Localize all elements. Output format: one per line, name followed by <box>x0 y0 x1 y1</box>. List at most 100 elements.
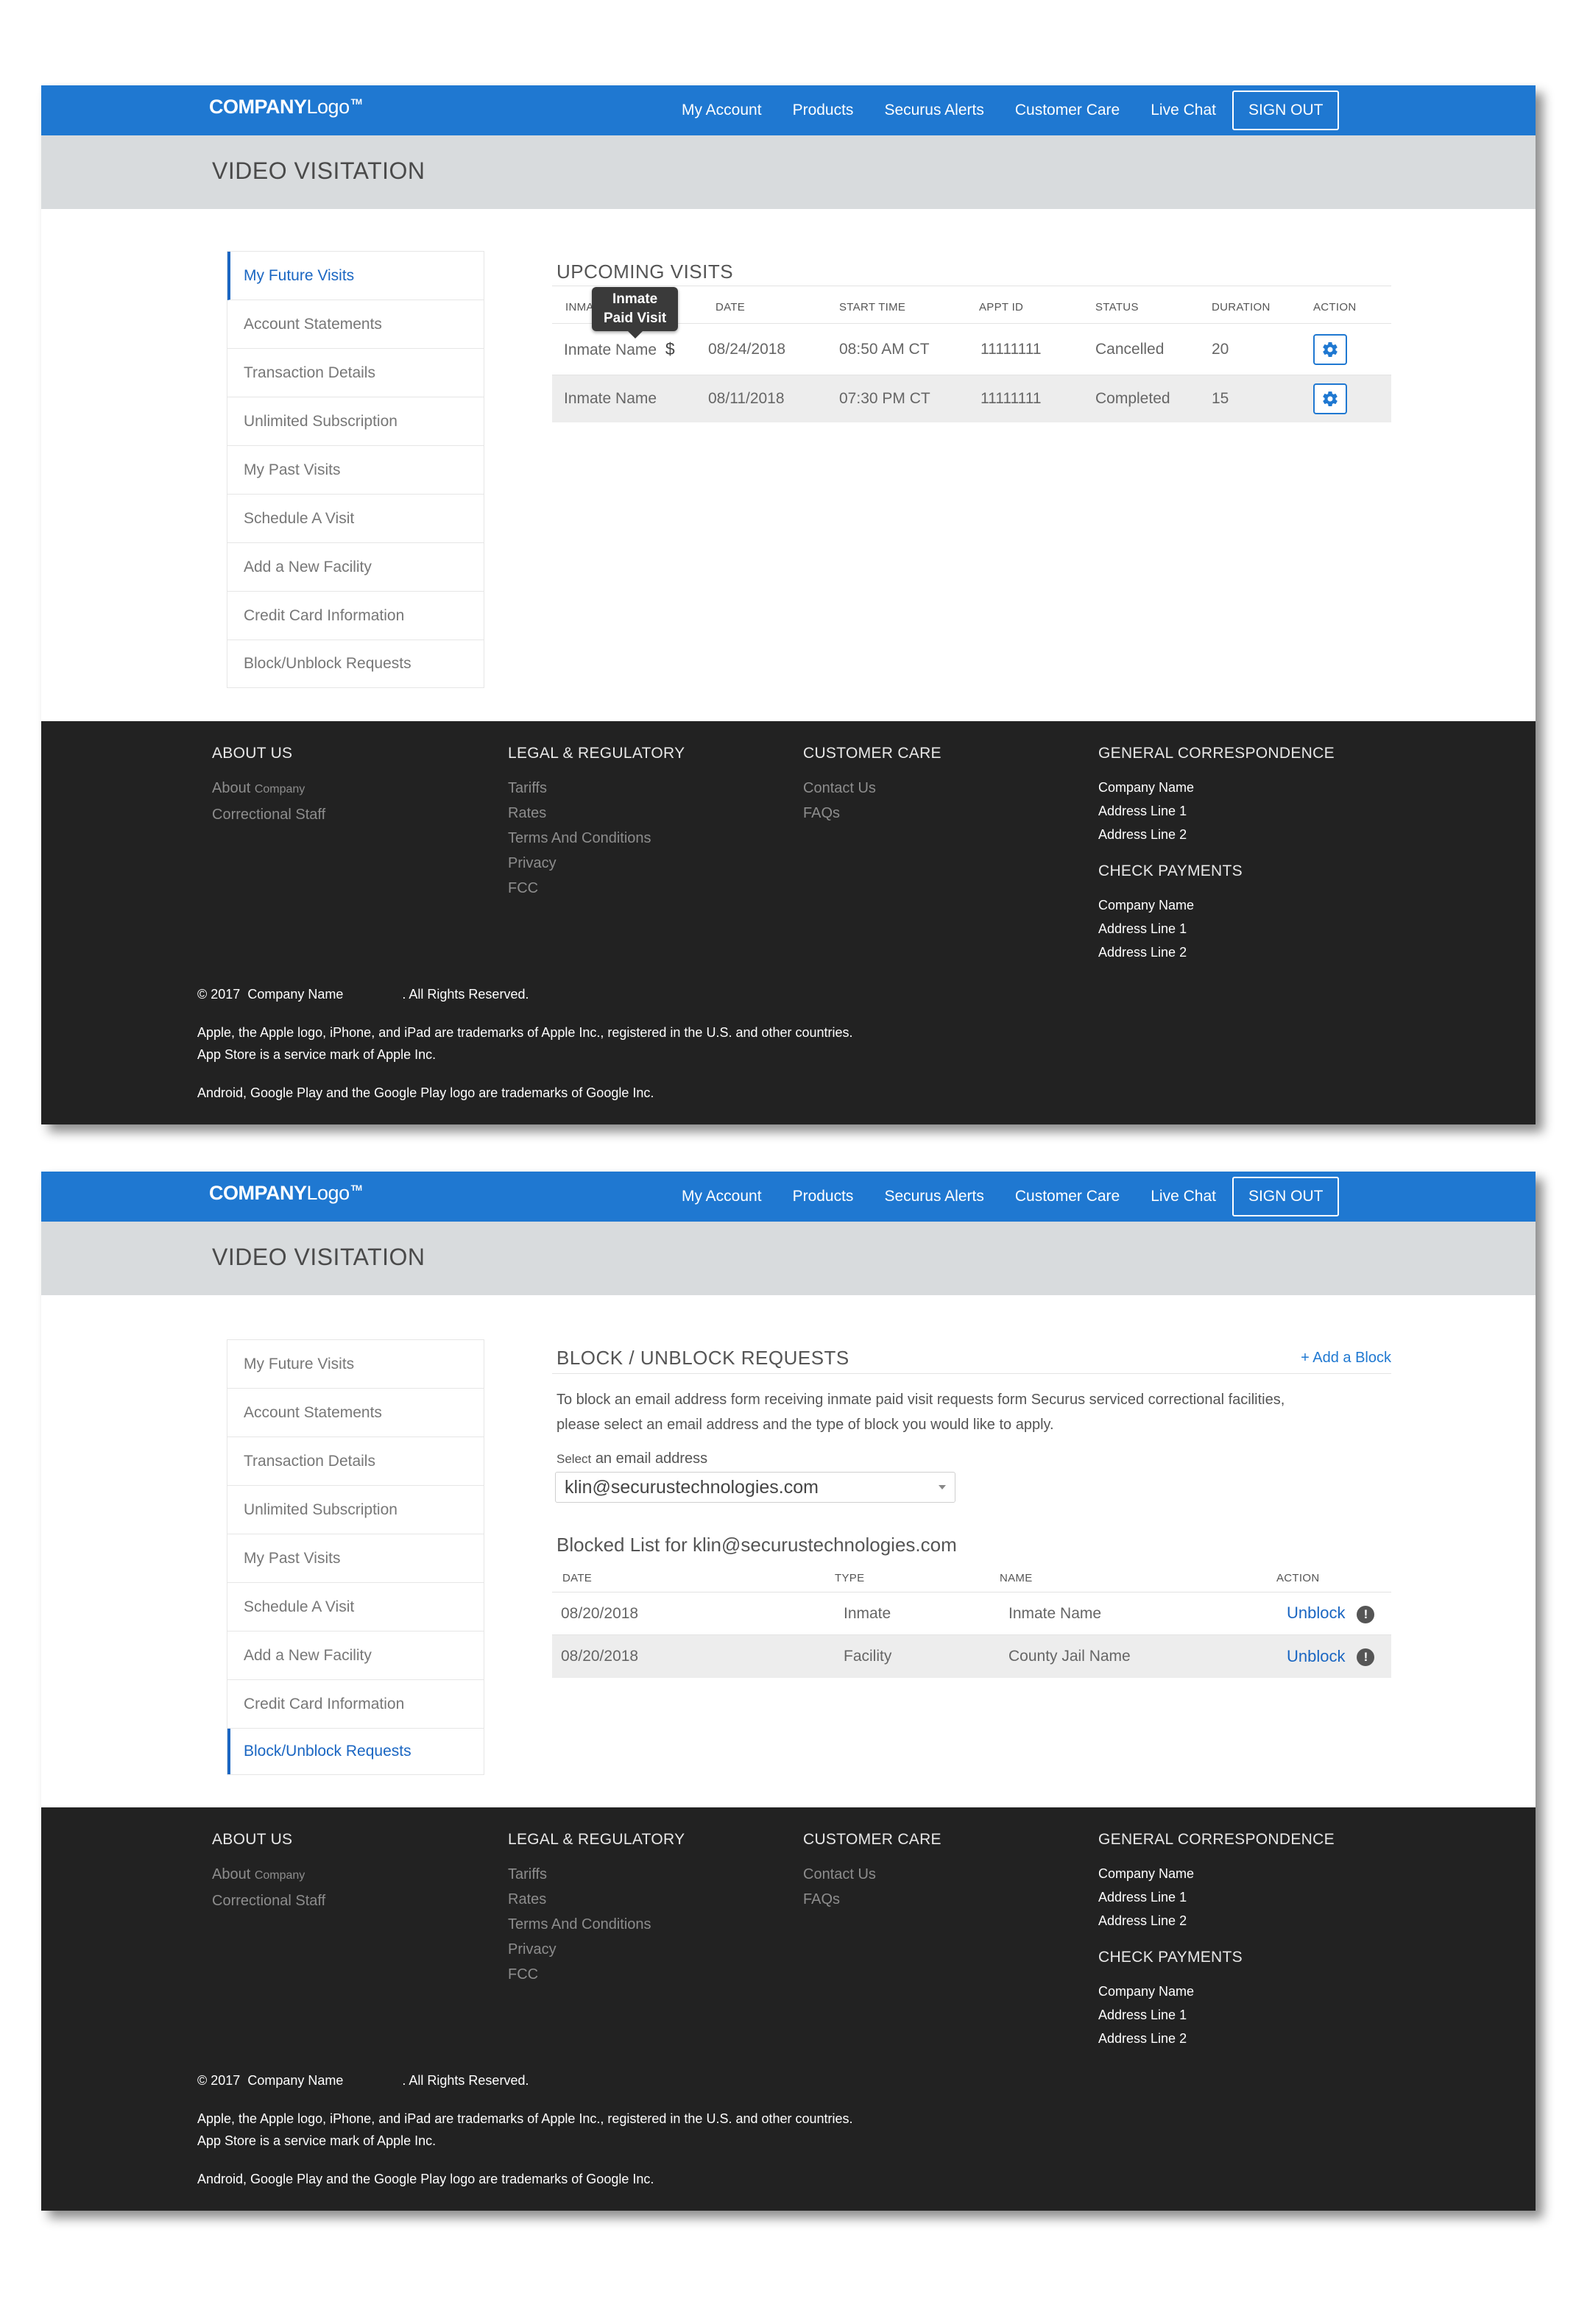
nav-live-chat[interactable]: Live Chat <box>1151 102 1216 119</box>
sidebar-item-unlimited-subscription[interactable]: Unlimited Subscription <box>227 397 484 446</box>
footer-link-rates[interactable]: Rates <box>508 1887 685 1912</box>
settings-button[interactable] <box>1313 333 1347 365</box>
sidebar-item-transaction-details[interactable]: Transaction Details <box>227 349 484 397</box>
sidebar-item-my-past-visits[interactable]: My Past Visits <box>227 1534 484 1583</box>
nav-securus-alerts[interactable]: Securus Alerts <box>884 102 983 119</box>
info-alert-icon[interactable]: ! <box>1357 1605 1375 1623</box>
footer-link-contact-us[interactable]: Contact Us <box>803 1862 941 1887</box>
nav-my-account[interactable]: My Account <box>682 102 762 119</box>
col-appt-id: APPT ID <box>979 300 1024 313</box>
sidebar-item-credit-card[interactable]: Credit Card Information <box>227 592 484 640</box>
nav-live-chat[interactable]: Live Chat <box>1151 1188 1216 1205</box>
paid-visit-tooltip: Inmate Paid Visit <box>592 287 679 339</box>
nav-products[interactable]: Products <box>793 102 854 119</box>
block-date: 08/20/2018 <box>561 1648 639 1665</box>
sidebar-item-block-unblock[interactable]: Block/Unblock Requests <box>227 1729 484 1774</box>
nav-products[interactable]: Products <box>793 1188 854 1205</box>
sidebar-item-my-past-visits[interactable]: My Past Visits <box>227 446 484 495</box>
gear-icon <box>1323 392 1338 407</box>
footer-correspondence: GENERAL CORRESPONDENCE Company Name Addr… <box>1098 1831 1335 2046</box>
visit-action <box>1313 383 1347 414</box>
footer-link-about-company[interactable]: About Company <box>212 1862 325 1888</box>
sidebar-item-unlimited-subscription[interactable]: Unlimited Subscription <box>227 1486 484 1534</box>
select-email-label: Select an email address <box>556 1450 708 1467</box>
sidebar-item-schedule-visit[interactable]: Schedule A Visit <box>227 495 484 543</box>
footer-link-terms[interactable]: Terms And Conditions <box>508 1912 685 1937</box>
add-block-link[interactable]: + Add a Block <box>1301 1350 1391 1367</box>
main-nav: My Account Products Securus Alerts Custo… <box>682 85 1340 135</box>
section-title: UPCOMING VISITS <box>556 261 734 283</box>
nav-my-account[interactable]: My Account <box>682 1188 762 1205</box>
col-action: ACTION <box>1313 300 1357 313</box>
unblock-link[interactable]: Unblock <box>1287 1604 1345 1622</box>
footer-customer-care: CUSTOMER CARE Contact Us FAQs <box>803 1831 941 1912</box>
main-nav: My Account Products Securus Alerts Custo… <box>682 1172 1340 1222</box>
block-action: Unblock! <box>1287 1647 1375 1667</box>
gear-icon <box>1323 341 1338 357</box>
footer-link-faqs[interactable]: FAQs <box>803 1887 941 1912</box>
nav-customer-care[interactable]: Customer Care <box>1015 102 1120 119</box>
unblock-link[interactable]: Unblock <box>1287 1647 1345 1665</box>
col-date: DATE <box>716 300 746 313</box>
chevron-down-icon <box>939 1485 946 1489</box>
sidebar-nav: My Future Visits Account Statements Tran… <box>227 1339 484 1775</box>
footer-link-fcc[interactable]: FCC <box>508 876 685 901</box>
settings-button[interactable] <box>1313 383 1347 414</box>
sidebar-item-add-facility[interactable]: Add a New Facility <box>227 1632 484 1680</box>
company-logo[interactable]: COMPANYLogo TM <box>209 1182 362 1205</box>
sidebar-item-schedule-visit[interactable]: Schedule A Visit <box>227 1583 484 1632</box>
sidebar-item-add-facility[interactable]: Add a New Facility <box>227 543 484 592</box>
footer-link-about-company[interactable]: About Company <box>212 776 325 802</box>
sidebar-item-credit-card[interactable]: Credit Card Information <box>227 1680 484 1729</box>
sign-out-button[interactable]: SIGN OUT <box>1232 91 1340 130</box>
visit-appt-id: 11111111 <box>981 390 1042 407</box>
footer-link-privacy[interactable]: Privacy <box>508 851 685 876</box>
sidebar-item-block-unblock[interactable]: Block/Unblock Requests <box>227 640 484 687</box>
sidebar-item-my-future-visits[interactable]: My Future Visits <box>227 1340 484 1389</box>
inmate-name: Inmate Name <box>564 390 657 407</box>
visit-start-time: 07:30 PM CT <box>839 390 930 407</box>
sidebar-item-account-statements[interactable]: Account Statements <box>227 1389 484 1437</box>
sign-out-button[interactable]: SIGN OUT <box>1232 1177 1340 1216</box>
site-footer: ABOUT US About Company Correctional Staf… <box>41 1807 1536 2211</box>
footer-link-privacy[interactable]: Privacy <box>508 1937 685 1962</box>
footer-customer-care: CUSTOMER CARE Contact Us FAQs <box>803 745 941 826</box>
footer-legal-text: © 2017 Company Name. All Rights Reserved… <box>197 987 853 1100</box>
footer-link-tariffs[interactable]: Tariffs <box>508 776 685 801</box>
info-alert-icon[interactable]: ! <box>1357 1648 1375 1667</box>
paid-visit-dollar-icon[interactable]: $ <box>665 339 675 358</box>
footer-legal: LEGAL & REGULATORY Tariffs Rates Terms A… <box>508 745 685 901</box>
footer-about: ABOUT US About Company Correctional Staf… <box>212 1831 325 1913</box>
visit-duration: 15 <box>1212 390 1229 407</box>
col-action: ACTION <box>1276 1571 1320 1584</box>
footer-link-fcc[interactable]: FCC <box>508 1962 685 1987</box>
footer-link-correctional-staff[interactable]: Correctional Staff <box>212 802 325 827</box>
col-date: DATE <box>562 1571 593 1584</box>
visit-date: 08/24/2018 <box>708 340 786 358</box>
footer-link-rates[interactable]: Rates <box>508 801 685 826</box>
sidebar-item-account-statements[interactable]: Account Statements <box>227 300 484 349</box>
sidebar-item-my-future-visits[interactable]: My Future Visits <box>227 252 484 300</box>
nav-securus-alerts[interactable]: Securus Alerts <box>884 1188 983 1205</box>
block-name: County Jail Name <box>1008 1648 1131 1665</box>
email-select[interactable]: klin@securustechnologies.com <box>555 1472 955 1503</box>
block-action: Unblock! <box>1287 1604 1375 1623</box>
screen-block-unblock: COMPANYLogo TM My Account Products Securu… <box>41 1172 1536 2211</box>
footer-link-correctional-staff[interactable]: Correctional Staff <box>212 1888 325 1913</box>
col-name: NAME <box>1000 1571 1033 1584</box>
footer-link-contact-us[interactable]: Contact Us <box>803 776 941 801</box>
page-title: VIDEO VISITATION <box>212 157 425 184</box>
top-nav-bar: COMPANYLogo TM My Account Products Securu… <box>41 85 1536 135</box>
footer-link-terms[interactable]: Terms And Conditions <box>508 826 685 851</box>
email-select-value: klin@securustechnologies.com <box>565 1476 819 1498</box>
nav-customer-care[interactable]: Customer Care <box>1015 1188 1120 1205</box>
visit-appt-id: 11111111 <box>981 340 1042 358</box>
company-logo[interactable]: COMPANYLogo TM <box>209 96 362 118</box>
sidebar-item-transaction-details[interactable]: Transaction Details <box>227 1437 484 1486</box>
footer-link-faqs[interactable]: FAQs <box>803 801 941 826</box>
visit-date: 08/11/2018 <box>708 390 785 407</box>
footer-link-tariffs[interactable]: Tariffs <box>508 1862 685 1887</box>
table-row: 08/20/2018 Inmate Inmate Name Unblock! <box>552 1593 1391 1635</box>
page-header: VIDEO VISITATION <box>41 135 1536 209</box>
visit-duration: 20 <box>1212 340 1229 358</box>
